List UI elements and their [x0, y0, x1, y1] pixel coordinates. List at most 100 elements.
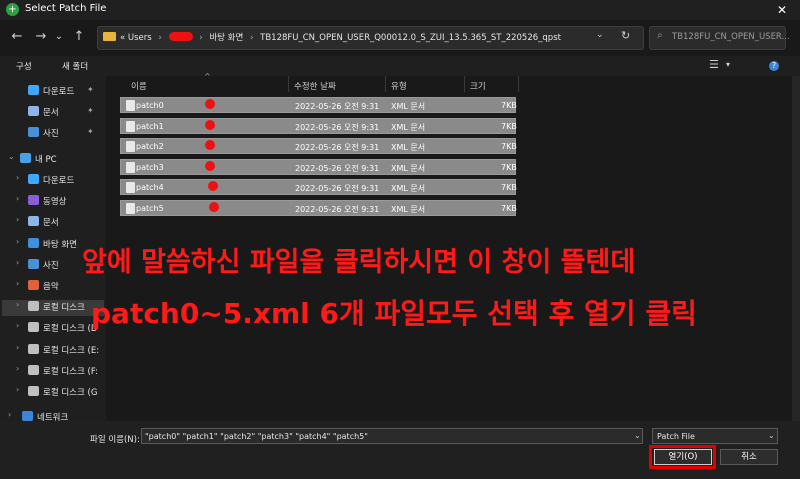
document-icon: [28, 106, 39, 116]
file-size: 7KB: [501, 101, 517, 110]
cancel-button[interactable]: 취소: [720, 449, 778, 465]
column-header-modified[interactable]: 수정한 날짜: [294, 80, 336, 92]
breadcrumb-separator: ›: [199, 33, 203, 43]
breadcrumb-folder[interactable]: TB128FU_CN_OPEN_USER_Q00012.0_S_ZUI_13.5…: [260, 33, 561, 43]
folder-icon: [103, 32, 116, 41]
sidebar-item[interactable]: › 동영상: [16, 193, 104, 209]
up-button[interactable]: ↑: [70, 28, 88, 46]
file-row[interactable]: patch2 2022-05-26 오전 9:31 XML 문서 7KB: [120, 138, 517, 154]
refresh-icon[interactable]: ↻: [621, 29, 630, 42]
filename-dropdown-icon[interactable]: ⌄: [634, 431, 641, 440]
column-divider[interactable]: [518, 76, 519, 92]
sidebar-item[interactable]: › 로컬 디스크 (F:: [16, 363, 104, 379]
file-name: patch5: [136, 203, 164, 213]
xml-file-icon: [126, 100, 135, 111]
address-dropdown-icon[interactable]: ⌄: [596, 30, 604, 40]
chevron-right-icon[interactable]: ›: [16, 194, 19, 203]
file-row[interactable]: patch4 2022-05-26 오전 9:31 XML 문서 7KB: [120, 179, 517, 195]
forward-button[interactable]: →: [32, 28, 50, 46]
sidebar-item[interactable]: › 다운로드: [16, 172, 104, 188]
file-type: XML 문서: [391, 204, 426, 214]
xml-file-icon: [126, 141, 135, 152]
column-header-name[interactable]: 이름: [131, 80, 147, 92]
file-type: XML 문서: [391, 122, 426, 132]
recent-locations-button[interactable]: ⌄: [50, 28, 68, 46]
picture-icon: [28, 127, 39, 137]
file-type: XML 문서: [391, 163, 426, 173]
sidebar-item[interactable]: › 문서: [16, 214, 104, 230]
open-button[interactable]: 열기(O): [654, 449, 712, 465]
computer-icon: [20, 153, 31, 163]
sort-ascending-icon: ^: [204, 72, 211, 81]
title-bar: [0, 0, 800, 20]
chevron-right-icon[interactable]: ›: [16, 385, 19, 394]
chevron-right-icon[interactable]: ›: [16, 300, 19, 309]
new-folder-button[interactable]: 새 폴더: [62, 60, 88, 72]
column-divider[interactable]: [464, 76, 465, 92]
close-button[interactable]: ✕: [772, 1, 792, 19]
drive-icon: [28, 322, 39, 333]
red-dot-marker: [205, 160, 215, 171]
sidebar-item-label: 문서: [43, 108, 59, 118]
desktop-icon: [28, 237, 39, 248]
chevron-right-icon[interactable]: ›: [16, 279, 19, 288]
file-name: patch0: [136, 101, 164, 110]
chevron-right-icon[interactable]: ›: [16, 343, 19, 352]
column-divider[interactable]: [385, 76, 386, 92]
back-button[interactable]: ←: [8, 28, 26, 46]
chevron-right-icon[interactable]: ›: [8, 410, 11, 419]
file-row[interactable]: patch3 2022-05-26 오전 9:31 XML 문서 7KB: [120, 158, 517, 175]
document-icon: [28, 216, 39, 227]
view-options-icon[interactable]: ☰: [709, 58, 719, 71]
help-icon[interactable]: ?: [769, 61, 779, 71]
drive-icon: [28, 343, 39, 354]
filetype-dropdown-icon[interactable]: ⌄: [768, 431, 775, 440]
file-row[interactable]: patch1 2022-05-26 오전 9:31 XML 문서 7KB: [120, 117, 517, 134]
sidebar-item[interactable]: 다운로드 ✦: [28, 83, 104, 99]
chevron-right-icon[interactable]: ›: [16, 173, 19, 182]
column-header-size[interactable]: 크기: [470, 80, 486, 92]
chevron-right-icon[interactable]: ›: [16, 321, 19, 330]
right-scrollbar[interactable]: [792, 76, 800, 421]
file-name: patch4: [136, 183, 164, 192]
window-title: Select Patch File: [25, 3, 107, 14]
toolbar: [0, 56, 800, 76]
breadcrumb-users[interactable]: Users: [128, 33, 152, 43]
file-row[interactable]: patch5 2022-05-26 오전 9:31 XML 문서 7KB: [120, 199, 517, 216]
pin-icon: ✦: [87, 127, 94, 136]
filename-value: "patch0" "patch1" "patch2" "patch3" "pat…: [145, 432, 368, 441]
breadcrumb-prefix[interactable]: «: [120, 33, 125, 43]
file-size: 7KB: [501, 183, 517, 192]
chevron-right-icon[interactable]: ›: [16, 364, 19, 373]
breadcrumb-desktop[interactable]: 바탕 화면: [209, 33, 243, 43]
sidebar-item-label: 로컬 디스크 (E:: [43, 345, 100, 356]
chevron-down-icon[interactable]: ⌄: [8, 152, 15, 161]
file-size: 7KB: [501, 203, 517, 213]
file-modified: 2022-05-26 오전 9:31: [295, 163, 380, 173]
annotation-line-1: 앞에 말씀하신 파일을 클릭하시면 이 창이 뜰텐데: [82, 247, 636, 278]
xml-file-icon: [126, 161, 135, 173]
music-icon: [28, 280, 39, 290]
file-modified: 2022-05-26 오전 9:31: [295, 102, 380, 111]
sidebar-item[interactable]: › 로컬 디스크 (E:: [16, 342, 104, 358]
view-dropdown-icon[interactable]: ▾: [726, 60, 730, 69]
sidebar-item[interactable]: 사진 ✦: [28, 125, 104, 141]
red-dot-marker: [205, 140, 215, 150]
organize-button[interactable]: 구성: [16, 60, 32, 72]
column-header-type[interactable]: 유형: [391, 80, 407, 92]
chevron-right-icon[interactable]: ›: [16, 215, 19, 224]
file-name: patch3: [136, 162, 164, 172]
sidebar-item-this-pc[interactable]: ⌄ 내 PC: [8, 151, 104, 167]
file-row[interactable]: patch0 2022-05-26 오전 9:31 XML 문서 7KB: [120, 97, 517, 113]
sidebar-item[interactable]: 문서 ✦: [28, 104, 104, 120]
file-modified: 2022-05-26 오전 9:31: [295, 143, 380, 152]
download-icon: [28, 174, 39, 184]
chevron-right-icon[interactable]: ›: [16, 258, 19, 267]
pin-icon: ✦: [87, 106, 94, 115]
file-size: 7KB: [501, 142, 517, 151]
red-dot-marker: [208, 181, 218, 191]
chevron-right-icon[interactable]: ›: [16, 237, 19, 246]
sidebar-item[interactable]: › 로컬 디스크 (G: [16, 384, 104, 400]
video-icon: [28, 195, 39, 206]
column-divider[interactable]: [288, 76, 289, 92]
